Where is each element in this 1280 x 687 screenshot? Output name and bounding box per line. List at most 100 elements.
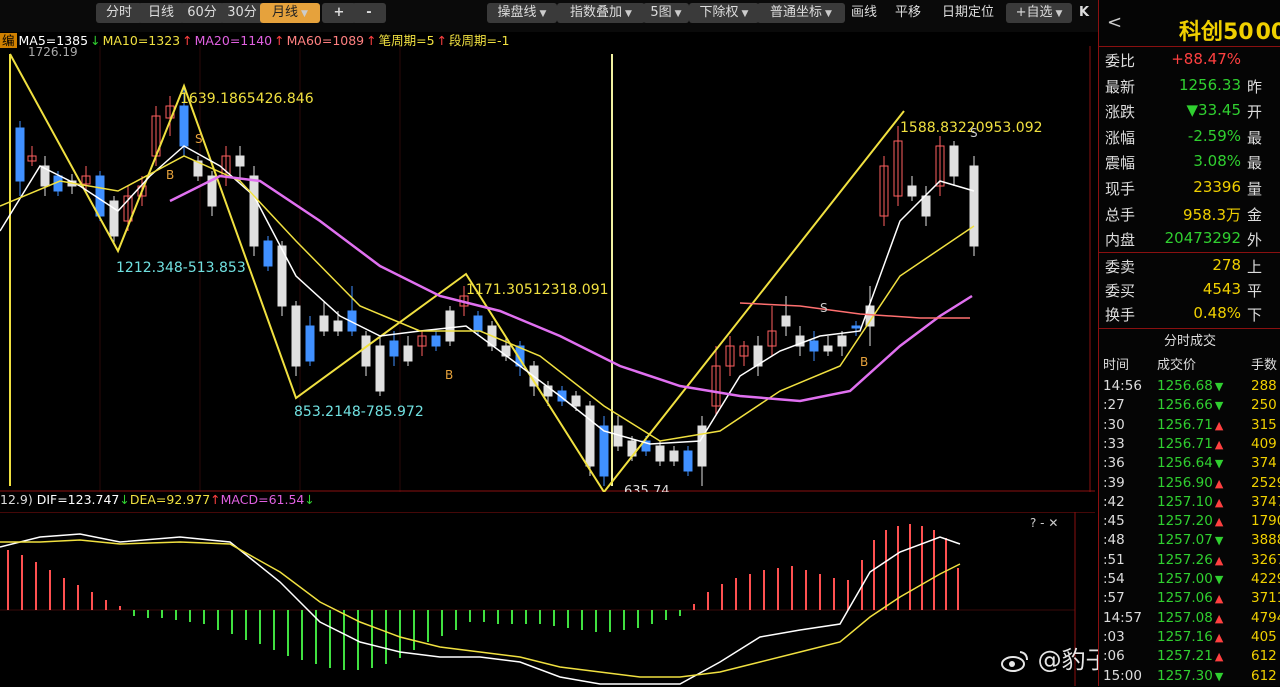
trade-volume: 288 — [1251, 378, 1277, 394]
quote-label: 委买 — [1105, 280, 1135, 301]
trade-direction-icon: ▼ — [1215, 670, 1223, 683]
col-time: 时间 — [1103, 354, 1129, 373]
col-price: 成交价 — [1157, 354, 1196, 373]
trade-price-value: 1256.90 — [1157, 475, 1213, 491]
back-icon[interactable]: < — [1107, 12, 1122, 33]
date-locate-button[interactable]: 日期定位 — [930, 3, 1006, 23]
trade-time: :48 — [1103, 532, 1125, 548]
operation-line-label: 操盘线 — [498, 5, 537, 20]
zoom-in-button[interactable]: + — [322, 3, 356, 23]
candle-body — [684, 451, 692, 471]
period-tab-60min[interactable]: 60分 — [180, 3, 224, 23]
trade-volume: 612 — [1251, 668, 1277, 684]
collapse-icon[interactable]: K — [1070, 3, 1098, 23]
trade-price-value: 1257.07 — [1157, 532, 1213, 548]
quote-row: 最新1256.33昨 — [1099, 76, 1280, 102]
trade-price: 1257.21▲ — [1157, 648, 1223, 664]
macd-dif-arrow: ↓ — [119, 492, 129, 507]
quote-label: 涨幅 — [1105, 127, 1135, 148]
price-chart[interactable]: 1726.19 1639.1865426.846 1212.348-513.85… — [0, 46, 1095, 492]
candle-body — [908, 186, 916, 196]
trade-volume: 315 — [1251, 417, 1277, 433]
trade-price-value: 1257.10 — [1157, 494, 1213, 510]
macd-dea: DEA=92.977 — [130, 492, 210, 507]
quote-label: 内盘 — [1105, 229, 1135, 250]
quote-label-secondary: 下 — [1247, 304, 1262, 325]
candle-body — [950, 146, 958, 176]
security-code-fragment: 00 — [1256, 20, 1280, 45]
trade-row: :511257.26▲3267 — [1099, 552, 1280, 572]
trade-time: :51 — [1103, 552, 1125, 568]
candle-body — [250, 176, 258, 246]
trade-price: 1257.16▲ — [1157, 629, 1223, 645]
trade-price: 1257.08▲ — [1157, 610, 1223, 626]
chevron-down-icon: ▼ — [742, 9, 749, 19]
quote-value: 0.48% — [1193, 304, 1241, 322]
trade-time: :42 — [1103, 494, 1125, 510]
period-tab-monthly-label: 月线 — [272, 5, 298, 20]
trade-volume: 3267 — [1251, 552, 1280, 568]
trade-direction-icon: ▼ — [1215, 399, 1223, 412]
quote-value: +88.47% — [1171, 50, 1241, 68]
macd-legend: 12.9) DIF=123.747↓DEA=92.977↑MACD=61.54↓ — [0, 492, 315, 507]
trade-time: :03 — [1103, 629, 1125, 645]
candle-body — [376, 346, 384, 391]
trade-time: :06 — [1103, 648, 1125, 664]
candle-body — [334, 321, 342, 331]
quote-value: 1256.33 — [1179, 76, 1241, 94]
candle-body — [474, 316, 482, 331]
trade-direction-icon: ▲ — [1215, 554, 1223, 567]
trade-volume: 3888 — [1251, 532, 1280, 548]
quote-label-secondary: 最 — [1247, 127, 1262, 148]
quote-label: 委卖 — [1105, 256, 1135, 277]
quote-value: 958.3万 — [1183, 204, 1241, 225]
candle-body — [922, 196, 930, 216]
trade-time: :33 — [1103, 436, 1125, 452]
add-watchlist-button[interactable]: +自选▼ — [1006, 3, 1072, 23]
macd-chart[interactable] — [0, 512, 1095, 686]
buy-marker: B — [445, 368, 453, 382]
trade-direction-icon: ▲ — [1215, 438, 1223, 451]
quote-label-secondary: 金 — [1247, 204, 1262, 225]
trade-direction-icon: ▲ — [1215, 592, 1223, 605]
trade-price: 1257.06▲ — [1157, 590, 1223, 606]
trade-price: 1256.64▼ — [1157, 455, 1223, 471]
trade-row: :331256.71▲409 — [1099, 436, 1280, 456]
candle-body — [600, 426, 608, 476]
security-name: 科创5000 — [1179, 14, 1280, 46]
coordinate-button[interactable]: 普通坐标▼ — [757, 3, 845, 23]
trade-row: :061257.21▲612 — [1099, 648, 1280, 668]
trade-price-value: 1257.16 — [1157, 629, 1213, 645]
period-tab-monthly[interactable]: 月线▼ — [260, 3, 320, 23]
trade-price: 1257.10▲ — [1157, 494, 1223, 510]
trade-direction-icon: ▲ — [1215, 650, 1223, 663]
trade-price-value: 1257.30 — [1157, 668, 1213, 684]
index-overlay-button[interactable]: 指数叠加▼ — [557, 3, 645, 23]
trade-row: :031257.16▲405 — [1099, 629, 1280, 649]
pan-button[interactable]: 平移 — [886, 3, 930, 23]
zoom-out-button[interactable]: - — [352, 3, 386, 23]
quote-label-secondary: 上 — [1247, 256, 1262, 277]
ex-rights-button[interactable]: 下除权▼ — [689, 3, 759, 23]
trade-volume: 374 — [1251, 455, 1277, 471]
trade-row: :451257.20▲1790 — [1099, 513, 1280, 533]
period-tab-30min[interactable]: 30分 — [220, 3, 264, 23]
candle-body — [852, 326, 860, 328]
macd-value-arrow: ↓ — [304, 492, 314, 507]
trade-price: 1256.71▲ — [1157, 436, 1223, 452]
quote-row: 涨跌▼33.45开 — [1099, 101, 1280, 127]
candle-body — [670, 451, 678, 461]
period-tab-intraday[interactable]: 分时 — [96, 3, 142, 23]
five-charts-button[interactable]: 5图▼ — [643, 3, 689, 23]
dif-line — [0, 534, 960, 684]
candle-body — [16, 128, 24, 181]
candle-body — [502, 346, 510, 356]
draw-line-button[interactable]: 画线 — [842, 3, 886, 23]
trade-price-value: 1256.68 — [1157, 378, 1213, 394]
quote-label-secondary: 外 — [1247, 229, 1262, 250]
candle-body — [810, 341, 818, 351]
operation-line-button[interactable]: 操盘线▼ — [487, 3, 557, 23]
chart-toolbar: 分时 日线 60分 30分 月线▼ + - 操盘线▼ 指数叠加▼ 5图▼ 下除权… — [0, 0, 1098, 32]
period-tab-daily[interactable]: 日线 — [138, 3, 184, 23]
trade-row: 14:571257.08▲4794 — [1099, 610, 1280, 630]
